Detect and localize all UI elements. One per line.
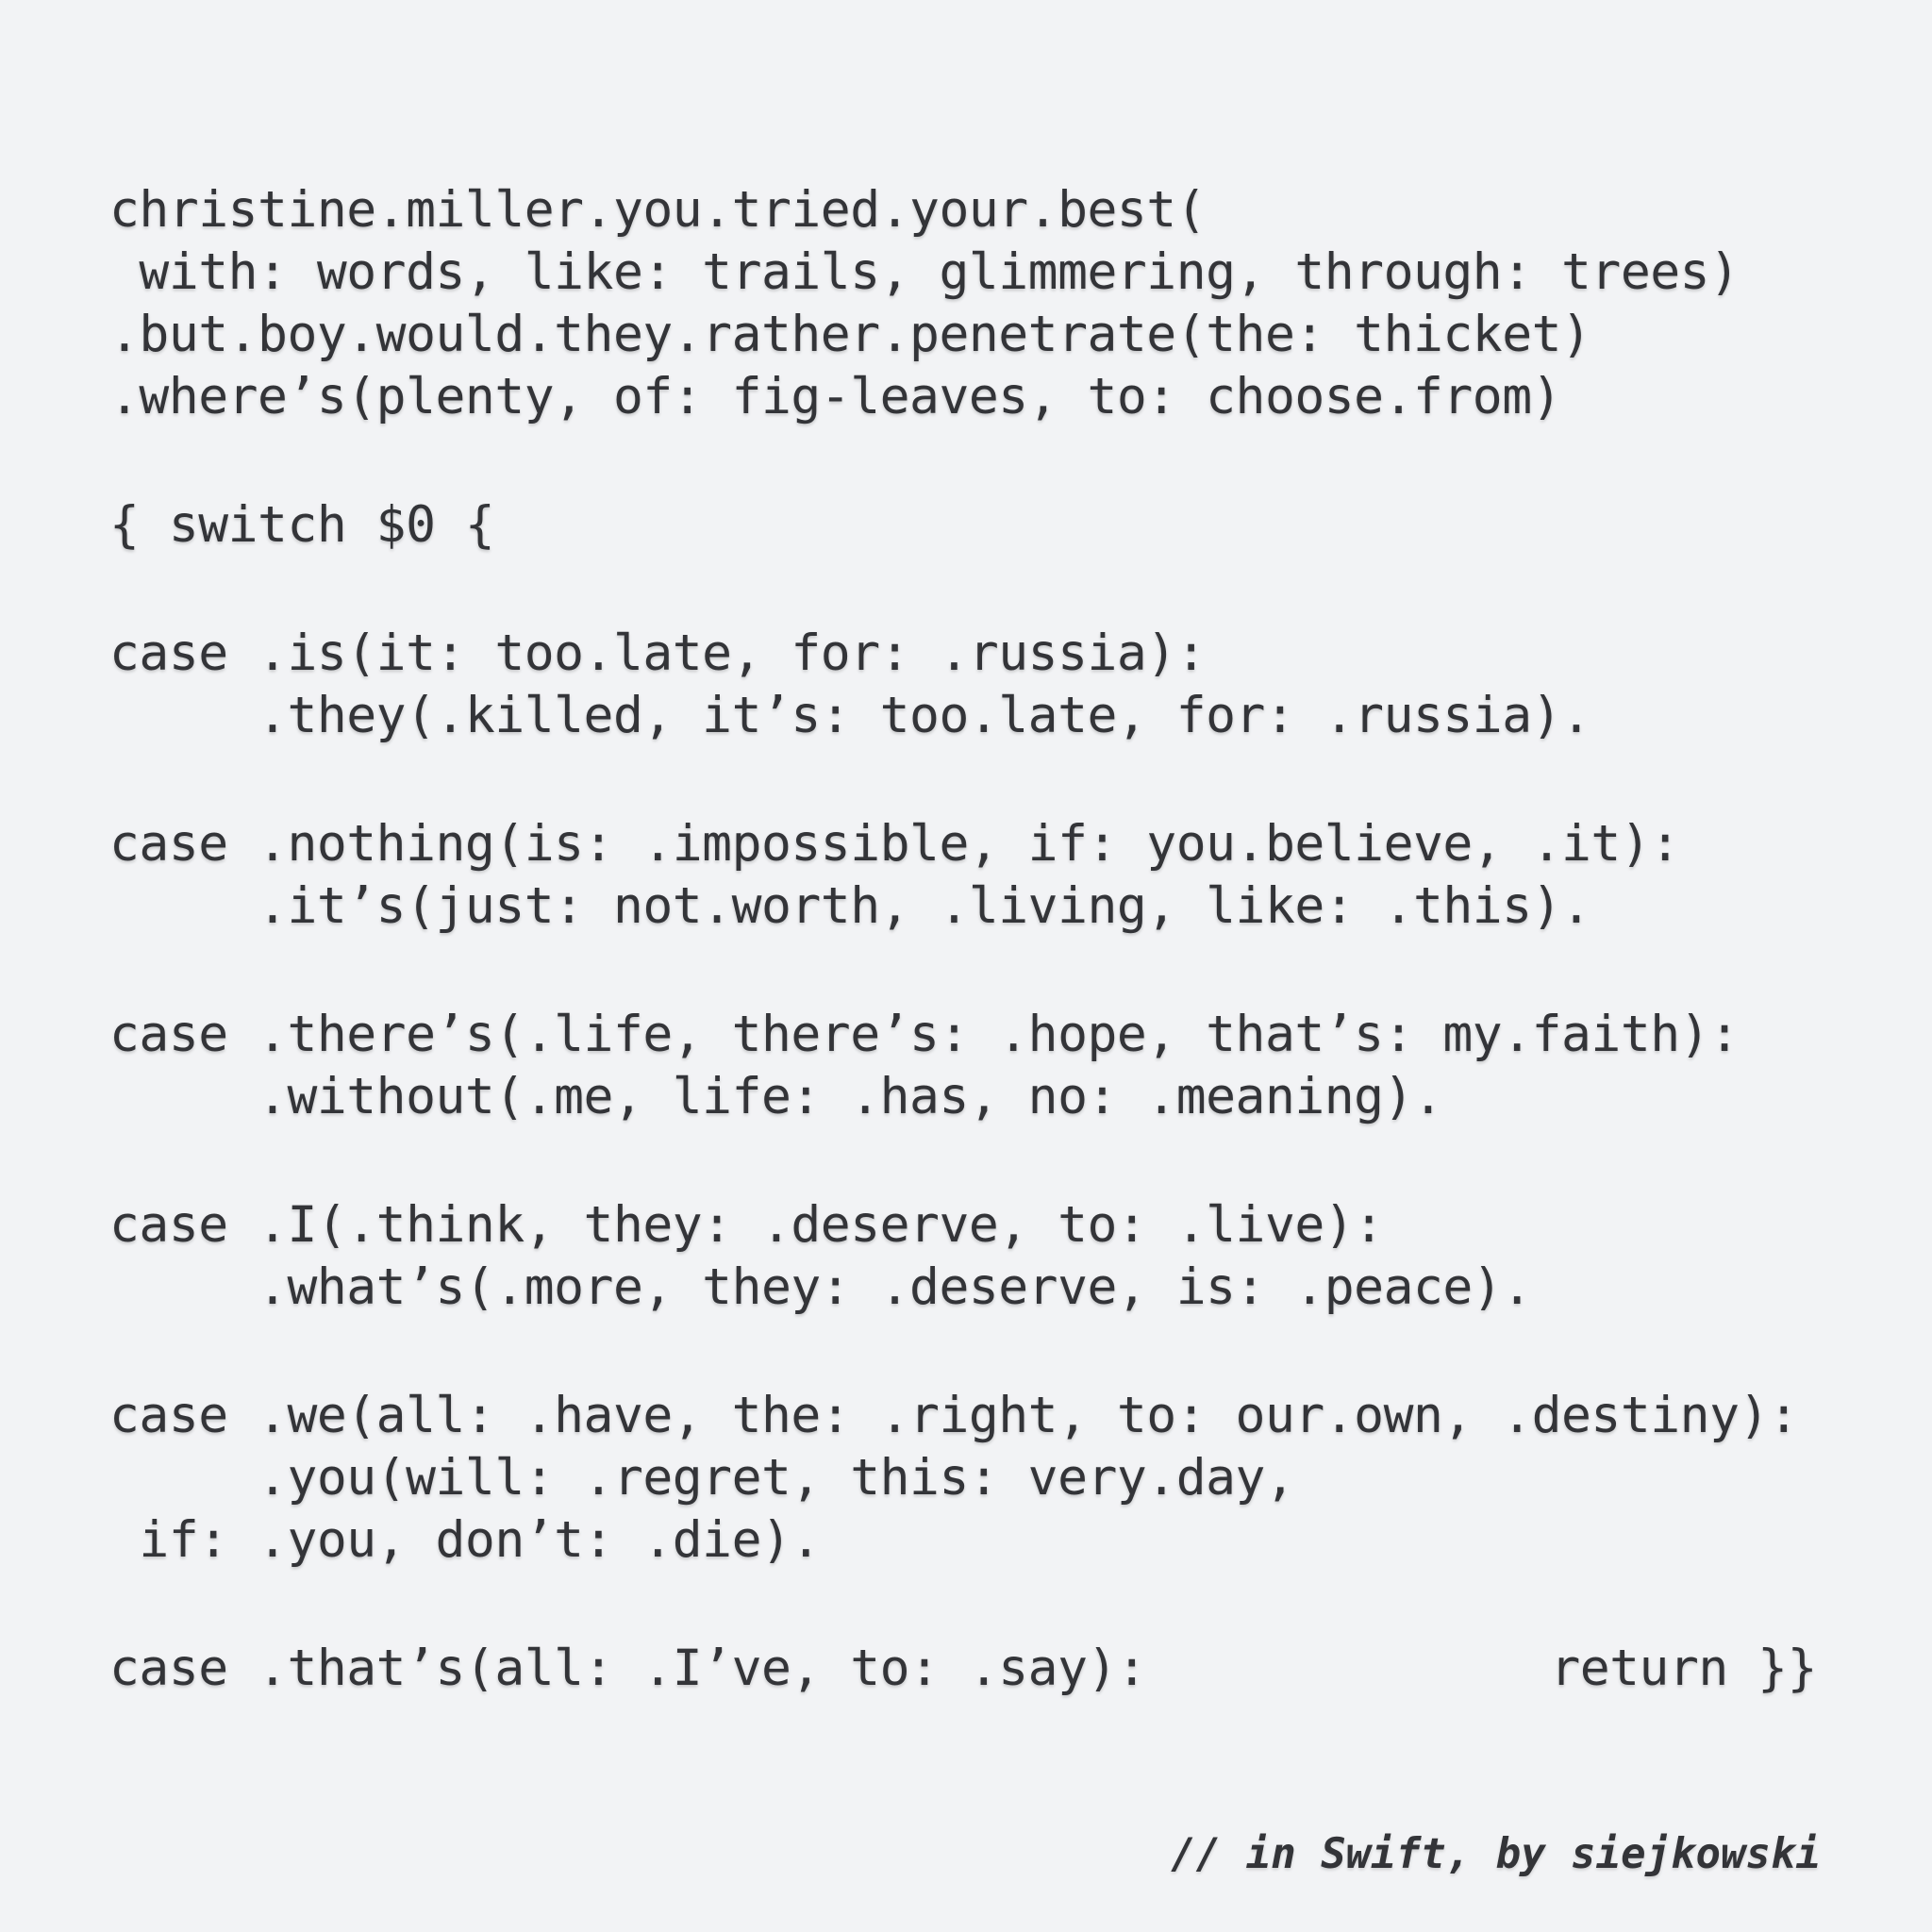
case-body-line: if: .you, don’t: .die). xyxy=(109,1511,821,1569)
code-line: .but.boy.would.they.rather.penetrate(the… xyxy=(109,306,1591,363)
final-case-line: case .that’s(all: .I’ve, to: .say): xyxy=(109,1640,1147,1697)
code-line: .where’s(plenty, of: fig-leaves, to: cho… xyxy=(109,368,1562,425)
case-line: case .is(it: too.late, for: .russia): xyxy=(109,625,1207,682)
case-line: case .there’s(.life, there’s: .hope, tha… xyxy=(109,1006,1740,1063)
case-line: case .nothing(is: .impossible, if: you.b… xyxy=(109,815,1680,873)
final-return: return }} xyxy=(1550,1640,1817,1697)
code-line: christine.miller.you.tried.your.best( xyxy=(109,181,1207,239)
credit-line: // in Swift, by siejkowski xyxy=(1171,1830,1821,1878)
code-block: christine.miller.you.tried.your.best( wi… xyxy=(109,179,1817,1700)
case-line: case .we(all: .have, the: .right, to: ou… xyxy=(109,1387,1799,1444)
case-body-line: .you(will: .regret, this: very.day, xyxy=(109,1449,1295,1507)
case-line: case .I(.think, they: .deserve, to: .liv… xyxy=(109,1196,1384,1254)
switch-open-line: { switch $0 { xyxy=(109,496,495,554)
case-body-line: .they(.killed, it’s: too.late, for: .rus… xyxy=(109,687,1591,744)
case-body-line: .what’s(.more, they: .deserve, is: .peac… xyxy=(109,1258,1532,1316)
final-case-row: case .that’s(all: .I’ve, to: .say): retu… xyxy=(109,1638,1817,1700)
code-line: with: words, like: trails, glimmering, t… xyxy=(109,243,1740,301)
case-body-line: .it’s(just: not.worth, .living, like: .t… xyxy=(109,877,1591,935)
case-body-line: .without(.me, life: .has, no: .meaning). xyxy=(109,1068,1443,1125)
